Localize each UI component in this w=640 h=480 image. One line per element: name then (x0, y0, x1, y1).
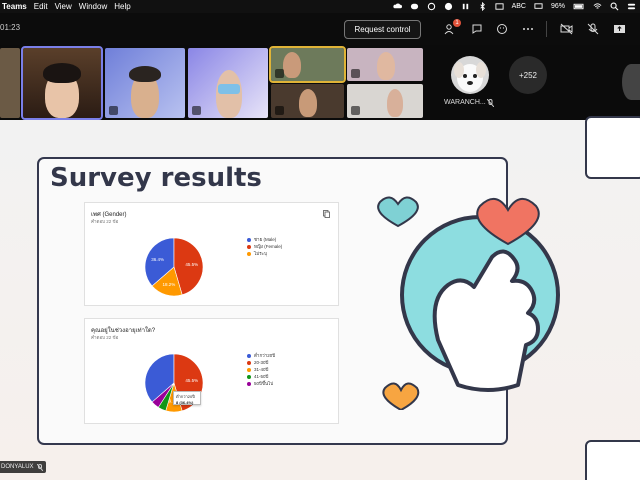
legend-label: 20-30ปี (254, 360, 269, 365)
decorative-box (585, 440, 640, 480)
participants-badge: 1 (453, 19, 461, 27)
request-control-button[interactable]: Request control (344, 20, 421, 39)
macos-menu-bar: Teams Edit View Window Help ABC 96% (0, 0, 640, 13)
video-tile[interactable] (0, 48, 20, 118)
slice-label: 45.5% (185, 378, 198, 383)
control-center-icon[interactable] (627, 2, 636, 11)
tooltip-value: 8 (36.4%) (176, 400, 194, 405)
meeting-timer: 01:23 (0, 23, 21, 32)
mic-muted-icon (275, 69, 284, 78)
chart-tooltip: ต่ำกว่า20ปี 8 (36.4%) (173, 391, 201, 405)
input-source-icon (495, 3, 504, 10)
age-legend: ต่ำกว่า20ปี 20-30ปี 31-40ปี 41-50ปี 50ปี… (247, 352, 275, 387)
legend-label: ต่ำกว่า20ปี (254, 353, 276, 358)
age-survey-card: คุณอยู่ในช่วงอายุเท่าใด? คำตอบ 22 ข้อ 45… (84, 318, 339, 424)
legend-label: 31-40ปี (254, 367, 269, 372)
mic-off-icon[interactable] (585, 21, 601, 37)
gender-legend: ชาย (Male) หญิง (Female) ไม่ระบุ (247, 236, 282, 257)
card-subtitle: คำตอบ 22 ข้อ (91, 219, 119, 224)
video-tile[interactable] (105, 48, 185, 118)
gender-pie-chart: 45.5% 36.4% 18.2% (144, 237, 204, 297)
copy-icon[interactable] (323, 210, 330, 218)
video-tile[interactable] (271, 84, 344, 118)
wifi-icon[interactable] (593, 2, 602, 11)
participant-avatar-partial[interactable] (622, 64, 640, 100)
menu-app-teams[interactable]: Teams (0, 2, 34, 11)
share-screen-icon[interactable] (611, 21, 627, 37)
heart-hand-illustration (377, 196, 560, 410)
legend-label: 50ปีขึ้นไป (254, 381, 274, 386)
bluetooth-icon[interactable] (478, 2, 487, 11)
decorative-box (585, 116, 640, 179)
menu-help[interactable]: Help (114, 2, 137, 11)
tooltip-label: ต่ำกว่า20ปี (176, 394, 195, 399)
mic-muted-icon (36, 463, 43, 471)
display-icon[interactable] (534, 2, 543, 11)
more-participants-button[interactable]: +252 (509, 56, 547, 94)
chat-icon[interactable] (469, 21, 485, 37)
camera-off-icon[interactable] (558, 21, 574, 37)
search-icon[interactable] (610, 2, 619, 11)
status-area: ABC 96% (392, 0, 636, 13)
pause-icon[interactable] (461, 2, 470, 11)
video-tile[interactable] (347, 84, 423, 118)
slice-label: 45.5% (185, 262, 198, 267)
video-tile-raised-hand[interactable] (269, 46, 346, 83)
presenter-name-tag: DONYALUX (0, 461, 46, 473)
line-app-icon[interactable] (410, 2, 419, 11)
slice-label: 36.4% (151, 257, 164, 262)
card-subtitle: คำตอบ 22 ข้อ (91, 335, 119, 340)
more-options-icon[interactable] (520, 21, 536, 37)
gender-survey-card: เพศ (Gender) คำตอบ 22 ข้อ 45.5% 36.4% 18.2… (84, 202, 339, 306)
participant-name: WARANCH... (444, 99, 486, 106)
legend-label: ไม่ระบุ (254, 251, 267, 256)
battery-icon[interactable] (573, 2, 585, 11)
meeting-toolbar: 01:23 Request control 1 (0, 13, 640, 45)
legend-label: ชาย (Male) (254, 237, 277, 242)
video-tile-active-speaker[interactable] (21, 46, 103, 120)
presenter-name: DONYALUX (1, 464, 34, 470)
vpn-icon[interactable] (444, 2, 453, 11)
menu-window[interactable]: Window (79, 2, 114, 11)
toolbar-divider (546, 21, 547, 37)
legend-label: 41-50ปี (254, 374, 269, 379)
legend-label: หญิง (Female) (254, 244, 283, 249)
video-tile[interactable] (347, 48, 423, 81)
menu-view[interactable]: View (55, 2, 79, 11)
cloud-icon[interactable] (392, 2, 402, 11)
sync-icon[interactable] (427, 2, 436, 11)
mic-muted-icon (109, 106, 118, 115)
mic-muted-icon (192, 106, 201, 115)
video-tile[interactable] (188, 48, 268, 118)
battery-percent: 96% (550, 3, 565, 10)
shared-screen: Survey results เพศ (Gender) คำตอบ 22 ข้อ… (0, 116, 640, 480)
keyboard-layout-label[interactable]: ABC (512, 3, 526, 10)
mic-muted-icon (351, 69, 360, 78)
reactions-icon[interactable] (494, 21, 510, 37)
mic-muted-icon (351, 106, 360, 115)
mic-muted-icon (275, 106, 284, 115)
mic-muted-icon (487, 99, 494, 107)
slide-title: Survey results (50, 163, 262, 193)
slice-label: 18.2% (163, 282, 176, 287)
participant-avatar[interactable] (451, 56, 489, 94)
menu-edit[interactable]: Edit (34, 2, 55, 11)
